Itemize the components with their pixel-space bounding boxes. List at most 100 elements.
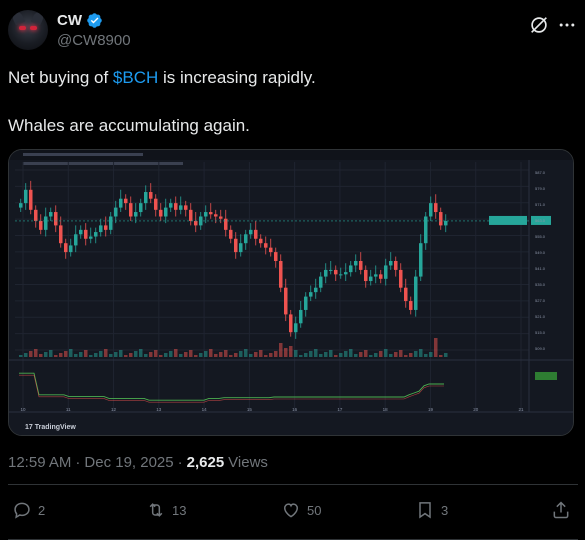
- candle-body: [189, 209, 193, 221]
- chart-background: [9, 150, 573, 435]
- chart-image[interactable]: 587.0 579.0 571.0 563.0 555.0 549.0 541.0 535.0…: [8, 149, 574, 436]
- tweet-time[interactable]: 12:59 AM: [8, 454, 71, 471]
- candle-body: [344, 272, 348, 275]
- candle-body: [154, 198, 158, 210]
- indicator-value-tag: [535, 372, 557, 380]
- volume-bar: [69, 349, 73, 357]
- volume-bar: [119, 350, 123, 357]
- candle-body: [124, 198, 128, 204]
- meta-separator: ·: [177, 454, 183, 471]
- candle-body: [434, 203, 438, 213]
- volume-bar: [79, 352, 83, 357]
- volume-bar: [64, 351, 68, 357]
- avatar-horn-right: [30, 10, 46, 26]
- volume-bar: [209, 349, 213, 357]
- volume-bar: [124, 355, 128, 357]
- time-axis-label: 10: [20, 407, 26, 412]
- repost-button[interactable]: 13: [146, 500, 186, 520]
- volume-bar: [219, 352, 223, 357]
- candle-body: [59, 225, 63, 244]
- price-axis-label: 549.0: [535, 250, 546, 255]
- repost-icon: [149, 503, 163, 517]
- candle-body: [94, 232, 98, 237]
- share-button[interactable]: [551, 500, 571, 520]
- bookmark-icon: [419, 502, 431, 519]
- volume-bar: [19, 355, 23, 357]
- cashtag-link[interactable]: $BCH: [113, 68, 158, 87]
- tweet-line-1: Net buying of $BCH is increasing rapidly…: [8, 66, 573, 90]
- candle-body: [324, 269, 328, 277]
- candle-body: [74, 234, 78, 246]
- candle-body: [159, 209, 163, 217]
- price-axis-label: 555.0: [535, 234, 546, 239]
- volume-bar: [199, 353, 203, 357]
- bookmark-count: 3: [441, 502, 449, 518]
- volume-bar: [374, 353, 378, 357]
- tweet-meta: 12:59 AM · Dec 19, 2025 · 2,625 Views: [8, 454, 268, 471]
- reply-icon: [14, 502, 30, 519]
- verified-badge-icon: [87, 13, 102, 28]
- volume-bar: [229, 355, 233, 357]
- volume-bar: [294, 350, 298, 357]
- like-button[interactable]: 50: [281, 500, 321, 520]
- price-axis-label: 527.0: [535, 298, 546, 303]
- grok-icon[interactable]: [528, 14, 550, 36]
- volume-bar: [354, 354, 358, 357]
- reply-button[interactable]: 2: [12, 500, 45, 520]
- candle-body: [254, 229, 258, 239]
- volume-bar: [144, 354, 148, 357]
- volume-bar: [29, 351, 33, 357]
- volume-bar: [389, 354, 393, 357]
- volume-bar: [154, 350, 158, 357]
- candle-body: [209, 212, 213, 215]
- volume-bar: [54, 355, 58, 357]
- avatar-eye-left: [19, 26, 26, 30]
- volume-bar: [94, 353, 98, 357]
- volume-bar: [179, 354, 183, 357]
- meta-separator: ·: [75, 454, 81, 471]
- candle-body: [39, 220, 43, 230]
- volume-bar: [254, 352, 258, 357]
- candle-body: [174, 203, 178, 210]
- volume-bar: [24, 353, 28, 357]
- candle-body: [184, 205, 188, 210]
- candle-body: [414, 276, 418, 310]
- candle-body: [279, 261, 283, 288]
- volume-bar: [149, 352, 153, 357]
- volume-bar: [284, 348, 288, 357]
- time-axis-label: 17: [337, 407, 343, 412]
- volume-bar: [214, 354, 218, 357]
- more-options-icon[interactable]: [556, 14, 578, 36]
- author-handle[interactable]: @CW8900: [57, 32, 131, 49]
- candle-body: [384, 265, 388, 279]
- volume-bar: [134, 351, 138, 357]
- avatar-eye-right: [30, 26, 37, 30]
- candle-body: [374, 274, 378, 277]
- time-axis-label: 18: [383, 407, 389, 412]
- candle-body: [429, 203, 433, 217]
- price-axis-label: 571.0: [535, 202, 546, 207]
- bookmark-button[interactable]: 3: [415, 500, 448, 520]
- chart-header-text: [23, 153, 143, 156]
- volume-bar: [384, 349, 388, 357]
- volume-bar: [379, 351, 383, 357]
- volume-bar: [44, 352, 48, 357]
- tweet-date[interactable]: Dec 19, 2025: [84, 454, 173, 471]
- volume-bar: [174, 349, 178, 357]
- candle-body: [84, 229, 88, 239]
- volume-bar: [224, 350, 228, 357]
- volume-bar: [404, 355, 408, 357]
- candle-body: [19, 203, 23, 208]
- candle-body: [394, 261, 398, 270]
- volume-bar: [329, 350, 333, 357]
- time-axis-label: 12: [111, 407, 117, 412]
- author-name-row: CW: [57, 12, 103, 29]
- volume-bar: [359, 352, 363, 357]
- share-icon: [553, 501, 569, 519]
- author-display-name[interactable]: CW: [57, 12, 82, 29]
- avatar[interactable]: [8, 10, 48, 50]
- volume-bar: [249, 354, 253, 357]
- candle-body: [424, 216, 428, 244]
- candle-body: [89, 236, 93, 239]
- candle-body: [79, 229, 83, 235]
